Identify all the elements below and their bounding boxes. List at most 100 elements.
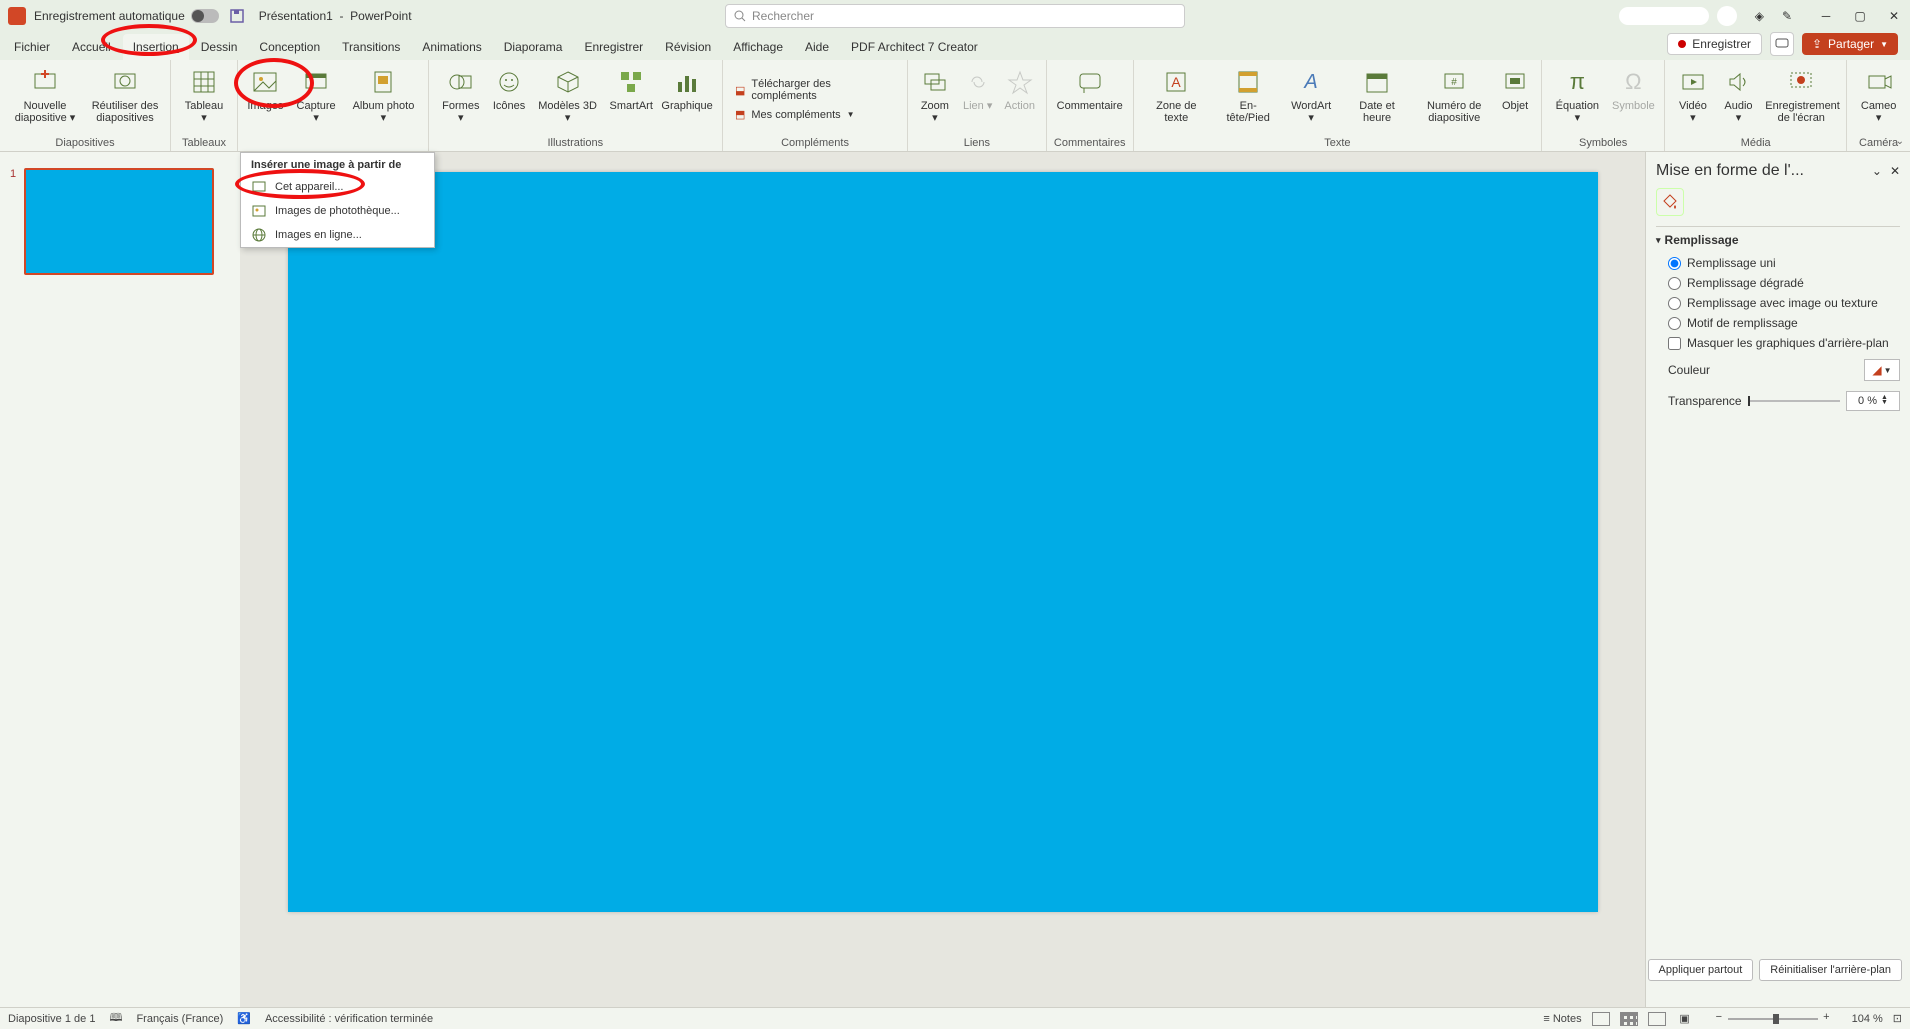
shapes-button[interactable]: Formes ▾ <box>435 64 487 135</box>
reuse-slides-button[interactable]: Réutiliser des diapositives <box>86 64 164 135</box>
cameo-button[interactable]: Cameo ▾ <box>1853 64 1904 135</box>
popup-stock-images[interactable]: Images de photothèque... <box>241 199 434 223</box>
new-slide-button[interactable]: Nouvelle diapositive ▾ <box>6 64 84 135</box>
reading-view-button[interactable] <box>1648 1012 1666 1026</box>
tab-animations[interactable]: Animations <box>412 34 491 60</box>
maximize-button[interactable]: ▢ <box>1852 8 1868 24</box>
zoom-slider[interactable] <box>1728 1018 1818 1020</box>
group-diapositives-label: Diapositives <box>6 135 164 149</box>
pen-icon[interactable]: ✎ <box>1782 9 1792 23</box>
radio-gradient[interactable] <box>1668 277 1681 290</box>
comment-label: Commentaire <box>1057 100 1123 112</box>
screenshot-button[interactable]: Capture ▾ <box>289 64 343 135</box>
slideshow-view-button[interactable]: ▣ <box>1676 1012 1694 1026</box>
checkbox-hide-bg[interactable] <box>1668 337 1681 350</box>
screen-recording-button[interactable]: Enregistrement de l'écran <box>1762 64 1840 135</box>
date-time-button[interactable]: Date et heure <box>1341 64 1414 135</box>
language-selector[interactable]: Français (France) <box>136 1013 223 1025</box>
textbox-icon: A <box>1160 66 1192 98</box>
popup-online-images[interactable]: Images en ligne... <box>241 223 434 247</box>
ribbon-collapse-button[interactable]: ⌄ <box>1896 136 1904 147</box>
images-button[interactable]: Images <box>244 64 287 135</box>
my-addins-button[interactable]: ⬒Mes compléments ▼ <box>729 106 901 123</box>
tab-aide[interactable]: Aide <box>795 34 839 60</box>
slide-counter[interactable]: Diapositive 1 de 1 <box>8 1013 95 1025</box>
share-button[interactable]: ⇪ Partager ▼ <box>1802 33 1898 55</box>
close-button[interactable]: ✕ <box>1886 8 1902 24</box>
reset-bg-button[interactable]: Réinitialiser l'arrière-plan <box>1759 959 1902 981</box>
shapes-icon <box>445 66 477 98</box>
tab-insertion[interactable]: Insertion <box>123 34 189 60</box>
smartart-button[interactable]: SmartArt <box>606 64 656 135</box>
icons-button[interactable]: Icônes <box>489 64 529 135</box>
comment-button[interactable]: Commentaire <box>1053 64 1127 135</box>
get-addins-button[interactable]: ⬓Télécharger des compléments <box>729 76 901 104</box>
tab-dessin[interactable]: Dessin <box>191 34 248 60</box>
textbox-button[interactable]: AZone de texte <box>1140 64 1213 135</box>
video-button[interactable]: Vidéo ▾ <box>1671 64 1714 135</box>
normal-view-button[interactable] <box>1592 1012 1610 1026</box>
chart-button[interactable]: Graphique <box>658 64 716 135</box>
zoom-level[interactable]: 104 % <box>1852 1013 1883 1025</box>
fit-to-window-button[interactable]: ⊡ <box>1893 1012 1902 1025</box>
photo-album-button[interactable]: Album photo ▾ <box>345 64 421 135</box>
transparency-value[interactable]: 0 %▲▼ <box>1846 391 1900 411</box>
3d-models-button[interactable]: Modèles 3D ▾ <box>531 64 604 135</box>
record-button[interactable]: Enregistrer <box>1667 33 1762 55</box>
wordart-label: WordArt ▾ <box>1288 100 1335 124</box>
slide-canvas[interactable] <box>288 172 1598 912</box>
color-picker-button[interactable]: ◢▼ <box>1864 359 1900 381</box>
search-input[interactable]: Rechercher <box>725 4 1185 28</box>
accessibility-status[interactable]: Accessibilité : vérification terminée <box>265 1013 433 1025</box>
notes-button[interactable]: ≡ Notes <box>1543 1013 1581 1025</box>
chevron-down-icon[interactable]: ⌄ <box>1872 164 1882 178</box>
fill-tab-icon[interactable] <box>1656 188 1684 216</box>
tab-conception[interactable]: Conception <box>249 34 330 60</box>
slide-thumbnails-panel[interactable]: 1 <box>0 152 240 1007</box>
sorter-view-button[interactable] <box>1620 1012 1638 1026</box>
diamond-icon[interactable]: ◈ <box>1755 9 1764 23</box>
tab-enregistrer[interactable]: Enregistrer <box>574 34 653 60</box>
radio-image[interactable] <box>1668 297 1681 310</box>
radio-pattern[interactable] <box>1668 317 1681 330</box>
tab-diaporama[interactable]: Diaporama <box>494 34 573 60</box>
thumbnail-number: 1 <box>10 168 16 180</box>
audio-button[interactable]: Audio ▾ <box>1717 64 1761 135</box>
search-placeholder: Rechercher <box>752 9 814 23</box>
tab-revision[interactable]: Révision <box>655 34 721 60</box>
zoom-button[interactable]: Zoom ▾ <box>914 64 956 135</box>
ribbon-tabs: Fichier Accueil Insertion Dessin Concept… <box>0 32 1910 60</box>
toggle-switch[interactable] <box>191 9 219 23</box>
object-button[interactable]: Objet <box>1495 64 1535 135</box>
fill-pattern-radio[interactable]: Motif de remplissage <box>1656 313 1900 333</box>
slide-thumbnail-1[interactable] <box>24 168 214 275</box>
tab-fichier[interactable]: Fichier <box>4 34 60 60</box>
screenshot-icon <box>300 66 332 98</box>
fill-gradient-radio[interactable]: Remplissage dégradé <box>1656 273 1900 293</box>
popup-this-device[interactable]: Cet appareil... <box>241 175 434 199</box>
save-icon[interactable] <box>229 8 245 24</box>
slide-number-button[interactable]: #Numéro de diapositive <box>1415 64 1493 135</box>
fill-solid-radio[interactable]: Remplissage uni <box>1656 253 1900 273</box>
wordart-button[interactable]: AWordArt ▾ <box>1284 64 1339 135</box>
tab-pdf[interactable]: PDF Architect 7 Creator <box>841 34 988 60</box>
radio-solid[interactable] <box>1668 257 1681 270</box>
comments-toggle[interactable] <box>1770 32 1794 56</box>
transparency-slider[interactable] <box>1748 400 1840 402</box>
tab-affichage[interactable]: Affichage <box>723 34 793 60</box>
slide-canvas-area[interactable] <box>240 152 1645 1007</box>
apply-all-button[interactable]: Appliquer partout <box>1648 959 1754 981</box>
autosave-toggle[interactable]: Enregistrement automatique <box>34 9 219 23</box>
header-footer-button[interactable]: En-tête/Pied <box>1215 64 1282 135</box>
zoom-knob[interactable] <box>1773 1014 1779 1024</box>
tab-accueil[interactable]: Accueil <box>62 34 121 60</box>
hide-bg-checkbox[interactable]: Masquer les graphiques d'arrière-plan <box>1656 333 1900 353</box>
fill-image-radio[interactable]: Remplissage avec image ou texture <box>1656 293 1900 313</box>
equation-button[interactable]: πÉquation ▾ <box>1548 64 1607 135</box>
table-button[interactable]: Tableau ▾ <box>177 64 231 135</box>
fill-section-header[interactable]: ▾Remplissage <box>1656 233 1900 247</box>
thumbnail-row-1[interactable]: 1 <box>10 168 230 275</box>
tab-transitions[interactable]: Transitions <box>332 34 410 60</box>
close-pane-button[interactable]: ✕ <box>1890 164 1900 178</box>
minimize-button[interactable]: ─ <box>1818 8 1834 24</box>
